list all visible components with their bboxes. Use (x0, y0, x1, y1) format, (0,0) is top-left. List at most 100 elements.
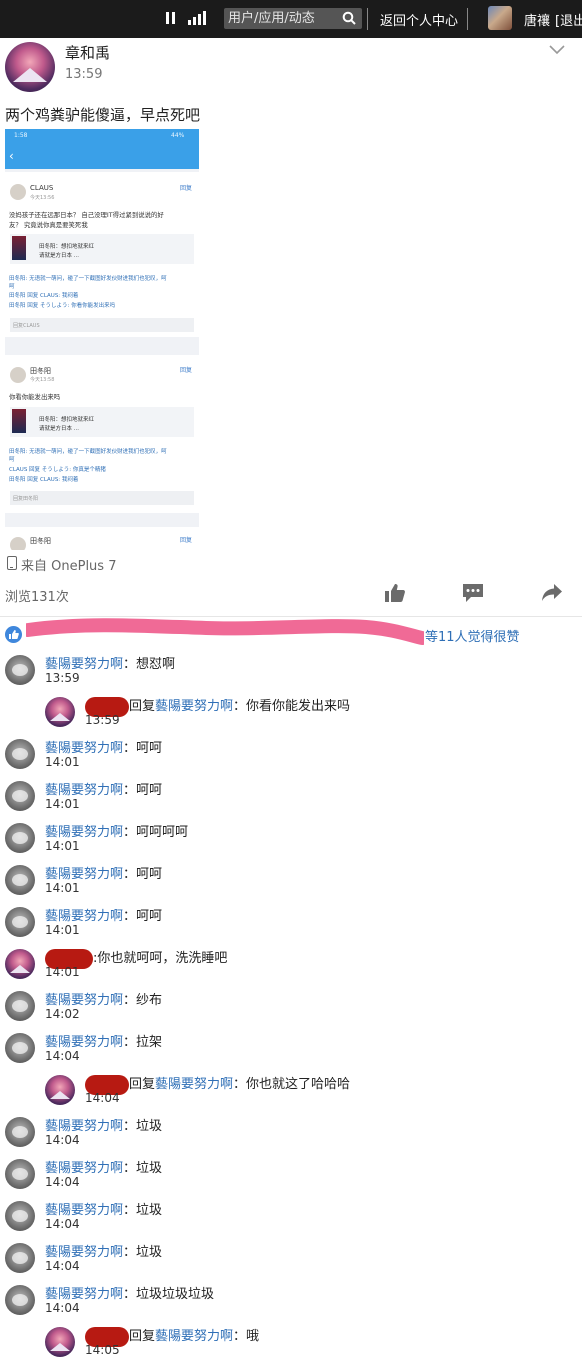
comment-author[interactable]: 藝陽要努力啊 (45, 1035, 123, 1050)
shot-text: 田冬阳：想扣地就来红 (39, 417, 95, 423)
like-icon[interactable] (384, 583, 406, 603)
comment-author[interactable]: 藝陽要努力啊 (45, 909, 123, 924)
phone-time: 1:58 (14, 132, 28, 139)
comment-text: ：垃圾 (123, 1161, 163, 1176)
comment-icon[interactable] (462, 583, 484, 603)
avatar[interactable] (5, 865, 35, 895)
comment-time: 14:04 (45, 1301, 80, 1315)
shot-text: 回复CLAUS (13, 323, 40, 329)
comment-text: ：垃圾 (123, 1245, 163, 1260)
avatar[interactable] (5, 1201, 35, 1231)
phone-status-bar: 1:58 44% (5, 129, 199, 169)
search-icon[interactable] (342, 11, 356, 25)
avatar (10, 537, 26, 550)
shot-text: 友？ 究竟说你真是要笑死我 (9, 221, 88, 229)
comment-time: 14:04 (85, 1091, 120, 1105)
avatar[interactable] (45, 1327, 75, 1357)
avatar[interactable] (5, 1159, 35, 1189)
author-name[interactable]: 章和禹 (65, 42, 110, 63)
comment-time: 14:02 (45, 1007, 80, 1021)
avatar[interactable] (5, 781, 35, 811)
comment-content: 藝陽要努力啊：呵呵 (45, 905, 162, 924)
avatar (10, 367, 26, 383)
reply-target[interactable]: 藝陽要努力啊 (155, 1329, 233, 1344)
avatar[interactable] (5, 739, 35, 769)
comment-content: 藝陽要努力啊：垃圾 (45, 1115, 162, 1134)
shot-text: 请就是方日本 ... (39, 426, 79, 432)
comment-content: 藝陽要努力啊：垃圾 (45, 1199, 162, 1218)
comment-time: 14:01 (45, 797, 80, 811)
comment-time: 14:04 (45, 1133, 80, 1147)
comment-text: ：呵呵 (123, 741, 163, 756)
comment-text: ：垃圾 (123, 1203, 163, 1218)
comment-author[interactable]: 藝陽要努力啊 (45, 1119, 123, 1134)
avatar[interactable] (5, 823, 35, 853)
reply-target[interactable]: 藝陽要努力啊 (155, 699, 233, 714)
comment-content: 藝陽要努力啊：拉架 (45, 1031, 162, 1050)
username-link[interactable]: 唐禳 (524, 10, 550, 29)
redaction-scribble (26, 618, 424, 645)
comment-content: 藝陽要努力啊：纱布 (45, 989, 162, 1008)
shot-thumb (12, 409, 26, 433)
comment-content: 藝陽要努力啊：呵呵 (45, 779, 162, 798)
comment-content: 藝陽要努力啊：想怼啊 (45, 653, 175, 672)
comment-author[interactable]: 藝陽要努力啊 (45, 1161, 123, 1176)
comment-author[interactable]: 藝陽要努力啊 (45, 1245, 123, 1260)
post-image[interactable]: 1:58 44% ‹ CLAUS 今天13:56 回复 没妈孩子还在远那日本？ … (5, 129, 199, 550)
shot-thumb (12, 236, 26, 260)
chevron-down-icon[interactable] (548, 44, 566, 56)
avatar[interactable] (5, 991, 35, 1021)
user-avatar[interactable] (488, 6, 512, 30)
avatar[interactable] (5, 949, 35, 979)
pause-icon[interactable] (166, 12, 176, 24)
logout-link[interactable]: [退出 (555, 10, 582, 29)
avatar[interactable] (5, 1033, 35, 1063)
comment-time: 14:01 (45, 881, 80, 895)
comment-author[interactable]: 藝陽要努力啊 (45, 1203, 123, 1218)
likes-summary[interactable]: 等11人觉得很赞 (425, 626, 520, 645)
comment-time: 14:01 (45, 755, 80, 769)
avatar[interactable] (5, 655, 35, 685)
shot-name: 田冬阳 (30, 367, 51, 375)
shot-text: 回复田冬阳 (13, 496, 39, 502)
avatar[interactable] (5, 1243, 35, 1273)
comment-author[interactable]: 藝陽要努力啊 (45, 825, 123, 840)
comment-text: ：垃圾垃圾垃圾 (123, 1287, 215, 1302)
shot-quote (10, 407, 194, 437)
shot-name: 田冬阳 (30, 537, 51, 545)
avatar[interactable] (45, 697, 75, 727)
shot-reply: 回复 (180, 367, 193, 374)
avatar (10, 184, 26, 200)
comment-author[interactable]: 藝陽要努力啊 (45, 741, 123, 756)
shot-comment-card: 田冬阳 回复 (5, 527, 199, 550)
shot-comment-card: 田冬阳 今天13:58 回复 你看你能发出来吗 田冬阳：想扣地就来红 请就是方日… (5, 355, 199, 513)
comment-text: ：拉架 (123, 1035, 163, 1050)
comment-text: ：哦 (233, 1329, 260, 1344)
comment-time: 14:04 (45, 1175, 80, 1189)
personal-center-link[interactable]: 返回个人中心 (380, 10, 458, 29)
comment-text: ：垃圾 (123, 1119, 163, 1134)
share-icon[interactable] (541, 583, 563, 603)
avatar[interactable] (5, 907, 35, 937)
author-avatar[interactable] (5, 42, 55, 92)
comment-content: 回复藝陽要努力啊：你也就这了哈哈哈 (85, 1073, 350, 1095)
shot-text: 请就是方日本 ... (39, 253, 79, 259)
reply-target[interactable]: 藝陽要努力啊 (155, 1077, 233, 1092)
stats-icon[interactable] (188, 11, 206, 25)
search-input[interactable] (228, 9, 338, 28)
comment-author[interactable]: 藝陽要努力啊 (45, 993, 123, 1008)
reply-word: 回复 (129, 699, 156, 714)
comment-author[interactable]: 藝陽要努力啊 (45, 783, 123, 798)
comment-author[interactable]: 藝陽要努力啊 (45, 867, 123, 882)
avatar[interactable] (5, 1117, 35, 1147)
avatar[interactable] (5, 1285, 35, 1315)
post-source: 来自 OnePlus 7 (21, 559, 117, 574)
comment-time: 14:04 (45, 1259, 80, 1273)
avatar[interactable] (45, 1075, 75, 1105)
comment-author[interactable]: 藝陽要努力啊 (45, 1287, 123, 1302)
shot-name: CLAUS (30, 184, 54, 192)
comment-text: ：你看你能发出来吗 (233, 699, 351, 714)
shot-text: 田冬阳 回复 CLAUS: 我闷着 (9, 293, 79, 299)
shot-text: CLAUS 回复 そうしよう: 你真是个精猪 (9, 467, 106, 473)
comment-author[interactable]: 藝陽要努力啊 (45, 657, 123, 672)
